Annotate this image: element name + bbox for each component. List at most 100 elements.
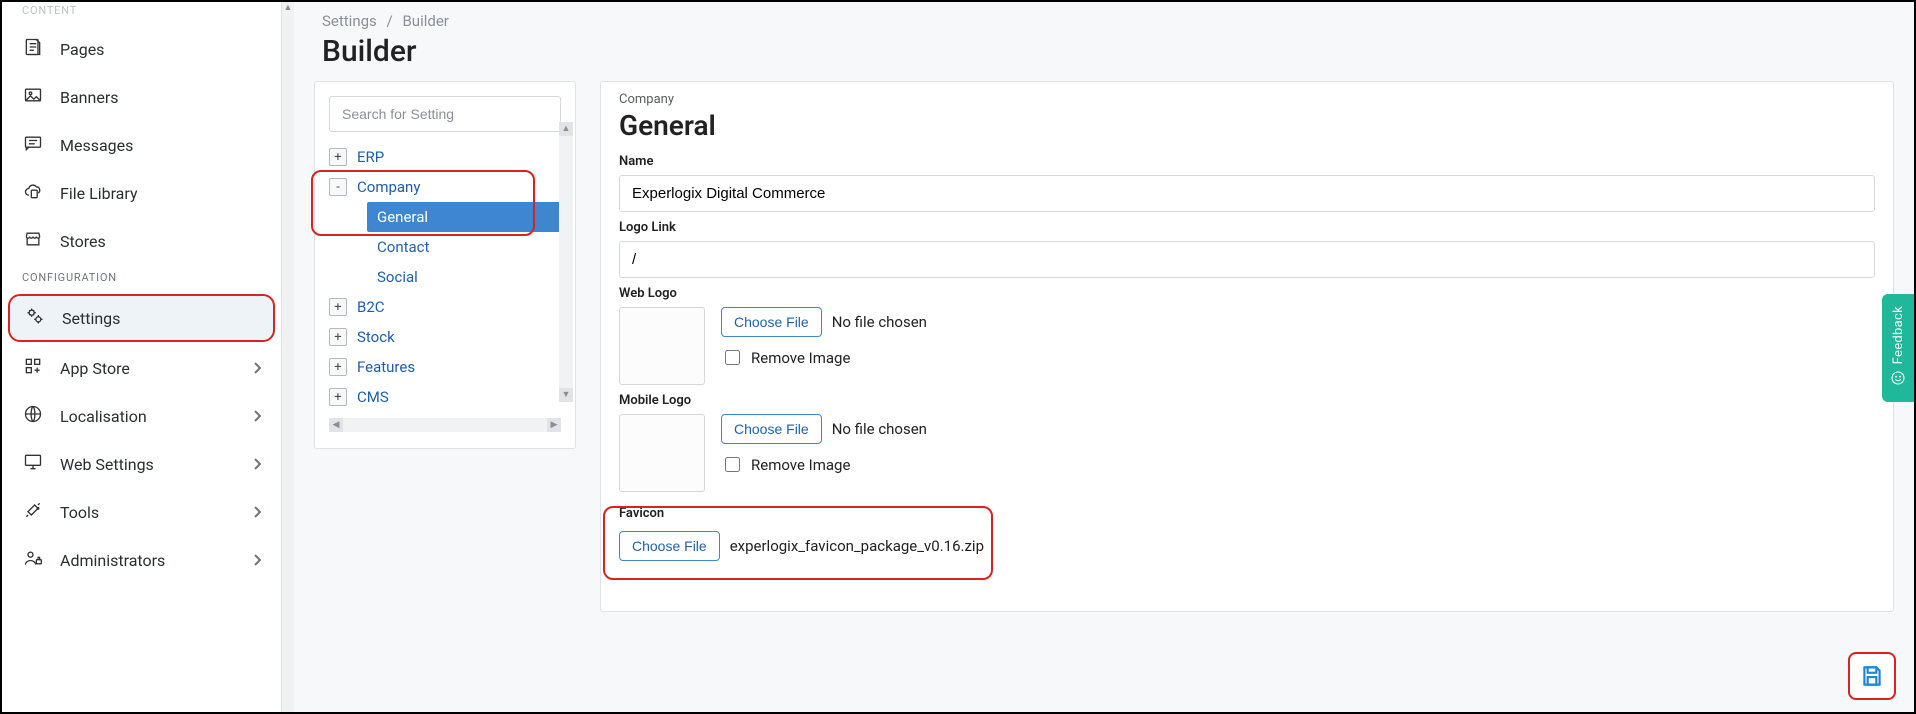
tree-node-features[interactable]: + Features bbox=[329, 352, 561, 382]
chevron-right-icon bbox=[253, 359, 261, 378]
sidebar-item-label: Banners bbox=[60, 88, 119, 107]
settings-tree: + ERP - Company General Contact Social + bbox=[315, 142, 575, 412]
favicon-choose-file-button[interactable]: Choose File bbox=[619, 531, 720, 561]
page-icon bbox=[22, 37, 44, 61]
favicon-filename: experlogix_favicon_package_v0.16.zip bbox=[730, 537, 984, 555]
feedback-tab[interactable]: Feedback bbox=[1882, 294, 1914, 402]
sidebar-item-file-library[interactable]: File Library bbox=[2, 169, 281, 217]
store-icon bbox=[22, 229, 44, 253]
sidebar-item-app-store[interactable]: App Store bbox=[2, 344, 281, 392]
tree-node-company-general[interactable]: General bbox=[367, 202, 561, 232]
sidebar: CONTENT Pages Banners Messages File Libr… bbox=[2, 2, 282, 712]
sidebar-item-label: Web Settings bbox=[60, 455, 154, 474]
web-logo-remove-label: Remove Image bbox=[751, 349, 850, 367]
name-input[interactable] bbox=[619, 175, 1875, 212]
expand-toggle[interactable]: + bbox=[329, 298, 347, 316]
breadcrumb: Settings / Builder bbox=[314, 8, 1894, 30]
sidebar-item-label: Settings bbox=[62, 309, 120, 328]
page-title: Builder bbox=[314, 30, 1894, 81]
save-icon bbox=[1859, 663, 1885, 689]
tree-vertical-scrollbar[interactable]: ▲ ▼ bbox=[559, 122, 573, 402]
sidebar-item-label: Tools bbox=[60, 503, 99, 522]
favicon-label: Favicon bbox=[619, 506, 1875, 521]
user-lock-icon bbox=[22, 548, 44, 572]
sidebar-item-label: Pages bbox=[60, 40, 104, 59]
mobile-logo-remove-checkbox[interactable] bbox=[725, 457, 740, 472]
sidebar-item-label: Stores bbox=[60, 232, 106, 251]
scroll-down-arrow-icon[interactable]: ▼ bbox=[559, 388, 573, 402]
breadcrumb-separator: / bbox=[381, 12, 399, 30]
sidebar-item-pages[interactable]: Pages bbox=[2, 25, 281, 73]
tools-icon bbox=[22, 500, 44, 524]
web-logo-remove-checkbox[interactable] bbox=[725, 350, 740, 365]
scroll-left-arrow-icon[interactable]: ◀ bbox=[329, 418, 343, 432]
tree-node-cms[interactable]: + CMS bbox=[329, 382, 561, 412]
sidebar-item-label: File Library bbox=[60, 184, 138, 203]
scroll-up-arrow-icon[interactable]: ▲ bbox=[559, 122, 573, 136]
sidebar-item-stores[interactable]: Stores bbox=[2, 217, 281, 265]
mobile-logo-preview bbox=[619, 414, 705, 492]
image-icon bbox=[22, 85, 44, 109]
scroll-right-arrow-icon[interactable]: ▶ bbox=[547, 418, 561, 432]
mobile-logo-remove-label: Remove Image bbox=[751, 456, 850, 474]
chat-icon bbox=[22, 133, 44, 157]
mobile-logo-remove-row[interactable]: Remove Image bbox=[721, 454, 1875, 475]
tree-horizontal-scrollbar[interactable]: ◀ ▶ bbox=[329, 418, 561, 432]
grid-plus-icon bbox=[22, 356, 44, 380]
sidebar-item-label: Localisation bbox=[60, 407, 147, 426]
smile-icon bbox=[1890, 370, 1906, 390]
web-logo-remove-row[interactable]: Remove Image bbox=[721, 347, 1875, 368]
chevron-right-icon bbox=[253, 551, 261, 570]
web-logo-choose-file-button[interactable]: Choose File bbox=[721, 307, 822, 337]
expand-toggle[interactable]: + bbox=[329, 358, 347, 376]
expand-toggle[interactable]: + bbox=[329, 148, 347, 166]
web-logo-preview bbox=[619, 307, 705, 385]
settings-tree-panel: + ERP - Company General Contact Social + bbox=[314, 81, 576, 449]
sidebar-item-label: Administrators bbox=[60, 551, 165, 570]
feedback-label: Feedback bbox=[1891, 306, 1906, 364]
mobile-logo-row: Choose File No file chosen Remove Image bbox=[619, 414, 1875, 492]
mobile-logo-choose-file-button[interactable]: Choose File bbox=[721, 414, 822, 444]
logo-link-label: Logo Link bbox=[619, 220, 1875, 235]
sidebar-item-settings[interactable]: Settings bbox=[8, 294, 275, 342]
tree-node-company-social[interactable]: Social bbox=[329, 262, 561, 292]
sidebar-item-web-settings[interactable]: Web Settings bbox=[2, 440, 281, 488]
favicon-block: Favicon Choose File experlogix_favicon_p… bbox=[619, 506, 1875, 561]
tree-node-company-contact[interactable]: Contact bbox=[329, 232, 561, 262]
name-label: Name bbox=[619, 154, 1875, 169]
sidebar-item-banners[interactable]: Banners bbox=[2, 73, 281, 121]
tree-node-erp[interactable]: + ERP bbox=[329, 142, 561, 172]
monitor-icon bbox=[22, 452, 44, 476]
chevron-right-icon bbox=[253, 407, 261, 426]
tree-node-stock[interactable]: + Stock bbox=[329, 322, 561, 352]
sidebar-gutter-scrollbar[interactable]: ▲ bbox=[282, 2, 294, 712]
sidebar-item-localisation[interactable]: Localisation bbox=[2, 392, 281, 440]
web-logo-label: Web Logo bbox=[619, 286, 1875, 301]
gears-icon bbox=[24, 306, 46, 330]
sidebar-item-administrators[interactable]: Administrators bbox=[2, 536, 281, 584]
collapse-toggle[interactable]: - bbox=[329, 178, 347, 196]
main-area: Settings / Builder Builder + ERP - Compa… bbox=[294, 2, 1914, 712]
expand-toggle[interactable]: + bbox=[329, 328, 347, 346]
web-logo-row: Choose File No file chosen Remove Image bbox=[619, 307, 1875, 385]
chevron-right-icon bbox=[253, 503, 261, 522]
expand-toggle[interactable]: + bbox=[329, 388, 347, 406]
sidebar-group-content-label: CONTENT bbox=[2, 2, 281, 25]
form-crumb: Company bbox=[619, 90, 1875, 107]
mobile-logo-label: Mobile Logo bbox=[619, 393, 1875, 408]
form-panel: Company General Name Logo Link Web Logo … bbox=[600, 81, 1894, 612]
form-title: General bbox=[619, 109, 1875, 142]
breadcrumb-parent[interactable]: Settings bbox=[322, 12, 377, 30]
scroll-up-arrow-icon[interactable]: ▲ bbox=[282, 2, 294, 13]
sidebar-item-tools[interactable]: Tools bbox=[2, 488, 281, 536]
save-button[interactable] bbox=[1848, 652, 1896, 700]
tree-node-company[interactable]: - Company bbox=[329, 172, 561, 202]
cloud-file-icon bbox=[22, 181, 44, 205]
chevron-right-icon bbox=[253, 455, 261, 474]
tree-node-b2c[interactable]: + B2C bbox=[329, 292, 561, 322]
sidebar-item-messages[interactable]: Messages bbox=[2, 121, 281, 169]
mobile-logo-file-status: No file chosen bbox=[832, 420, 927, 438]
logo-link-input[interactable] bbox=[619, 241, 1875, 278]
sidebar-group-configuration-label: CONFIGURATION bbox=[2, 265, 281, 292]
settings-search-input[interactable] bbox=[329, 96, 561, 132]
